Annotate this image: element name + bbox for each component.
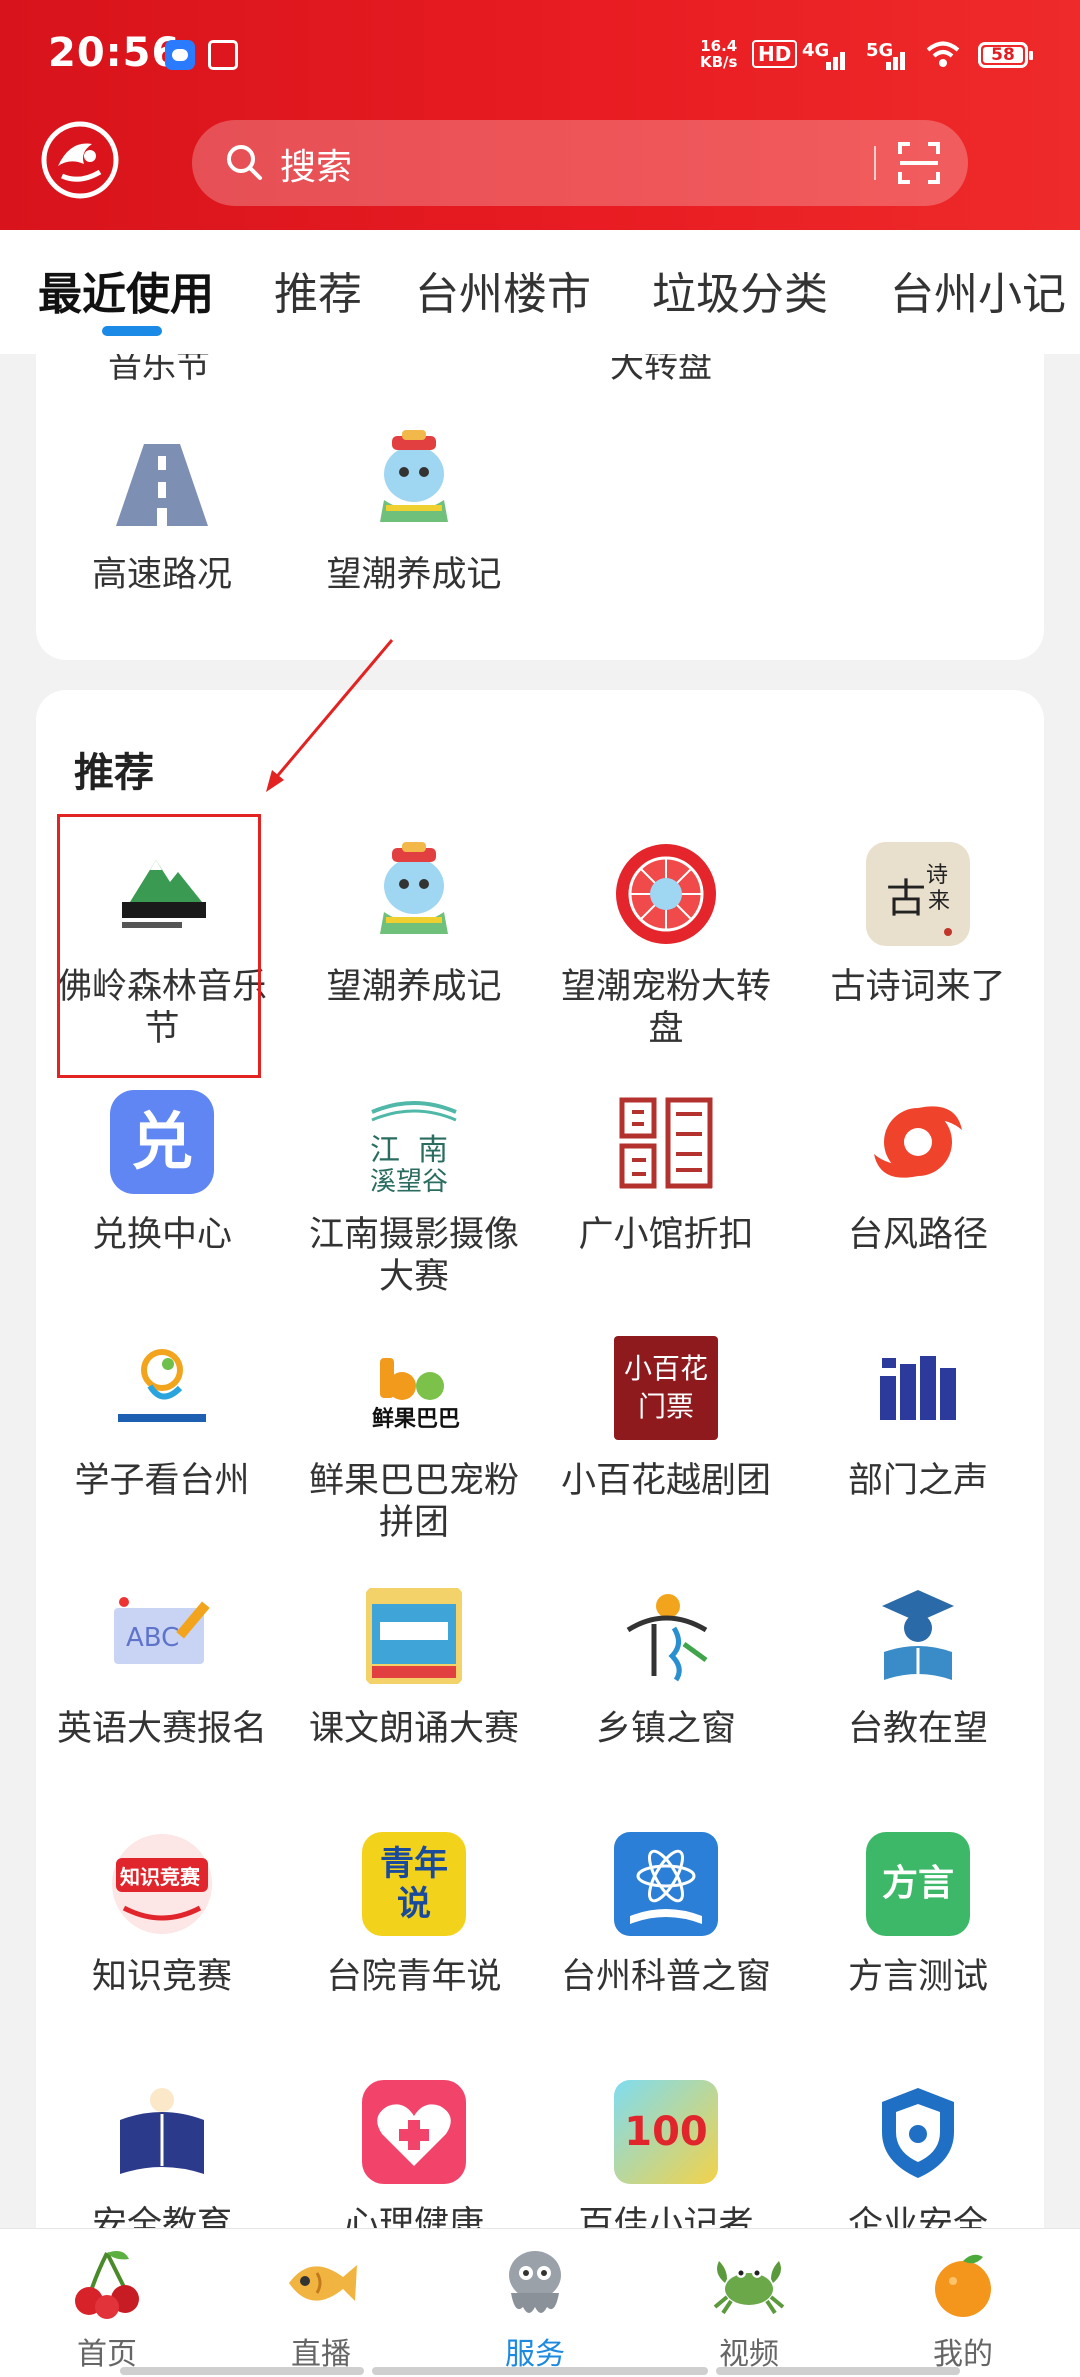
category-tabs: 最近使用 推荐 台州楼市 垃圾分类 台州小记 — [0, 230, 1080, 354]
active-tab-indicator — [102, 326, 162, 336]
tab-recent[interactable]: 最近使用 — [38, 258, 214, 322]
fish-icon — [289, 2265, 357, 2301]
cherries-icon — [75, 2251, 139, 2319]
nav-mine[interactable]: 我的 — [888, 2243, 1038, 2373]
crab-icon — [713, 2261, 785, 2315]
tab-garbage-sorting[interactable]: 垃圾分类 — [652, 258, 828, 322]
annotation-arrow — [266, 639, 394, 792]
home-indicator — [372, 2367, 708, 2375]
nav-live[interactable]: 直播 — [246, 2243, 396, 2373]
nav-home[interactable]: 首页 — [32, 2243, 182, 2373]
tab-recommend[interactable]: 推荐 — [274, 258, 362, 322]
nav-services[interactable]: 服务 — [460, 2243, 610, 2373]
tab-taizhou-notes[interactable]: 台州小记 — [890, 258, 1066, 322]
nav-video[interactable]: 视频 — [674, 2243, 824, 2373]
bottom-navigation: 首页 直播 服务 视频 我的 — [0, 2228, 1080, 2377]
octopus-icon — [509, 2251, 561, 2313]
tab-taizhou-property[interactable]: 台州楼市 — [415, 258, 591, 322]
home-indicator — [120, 2367, 364, 2375]
home-indicator — [716, 2367, 960, 2375]
orange-icon — [935, 2254, 991, 2317]
